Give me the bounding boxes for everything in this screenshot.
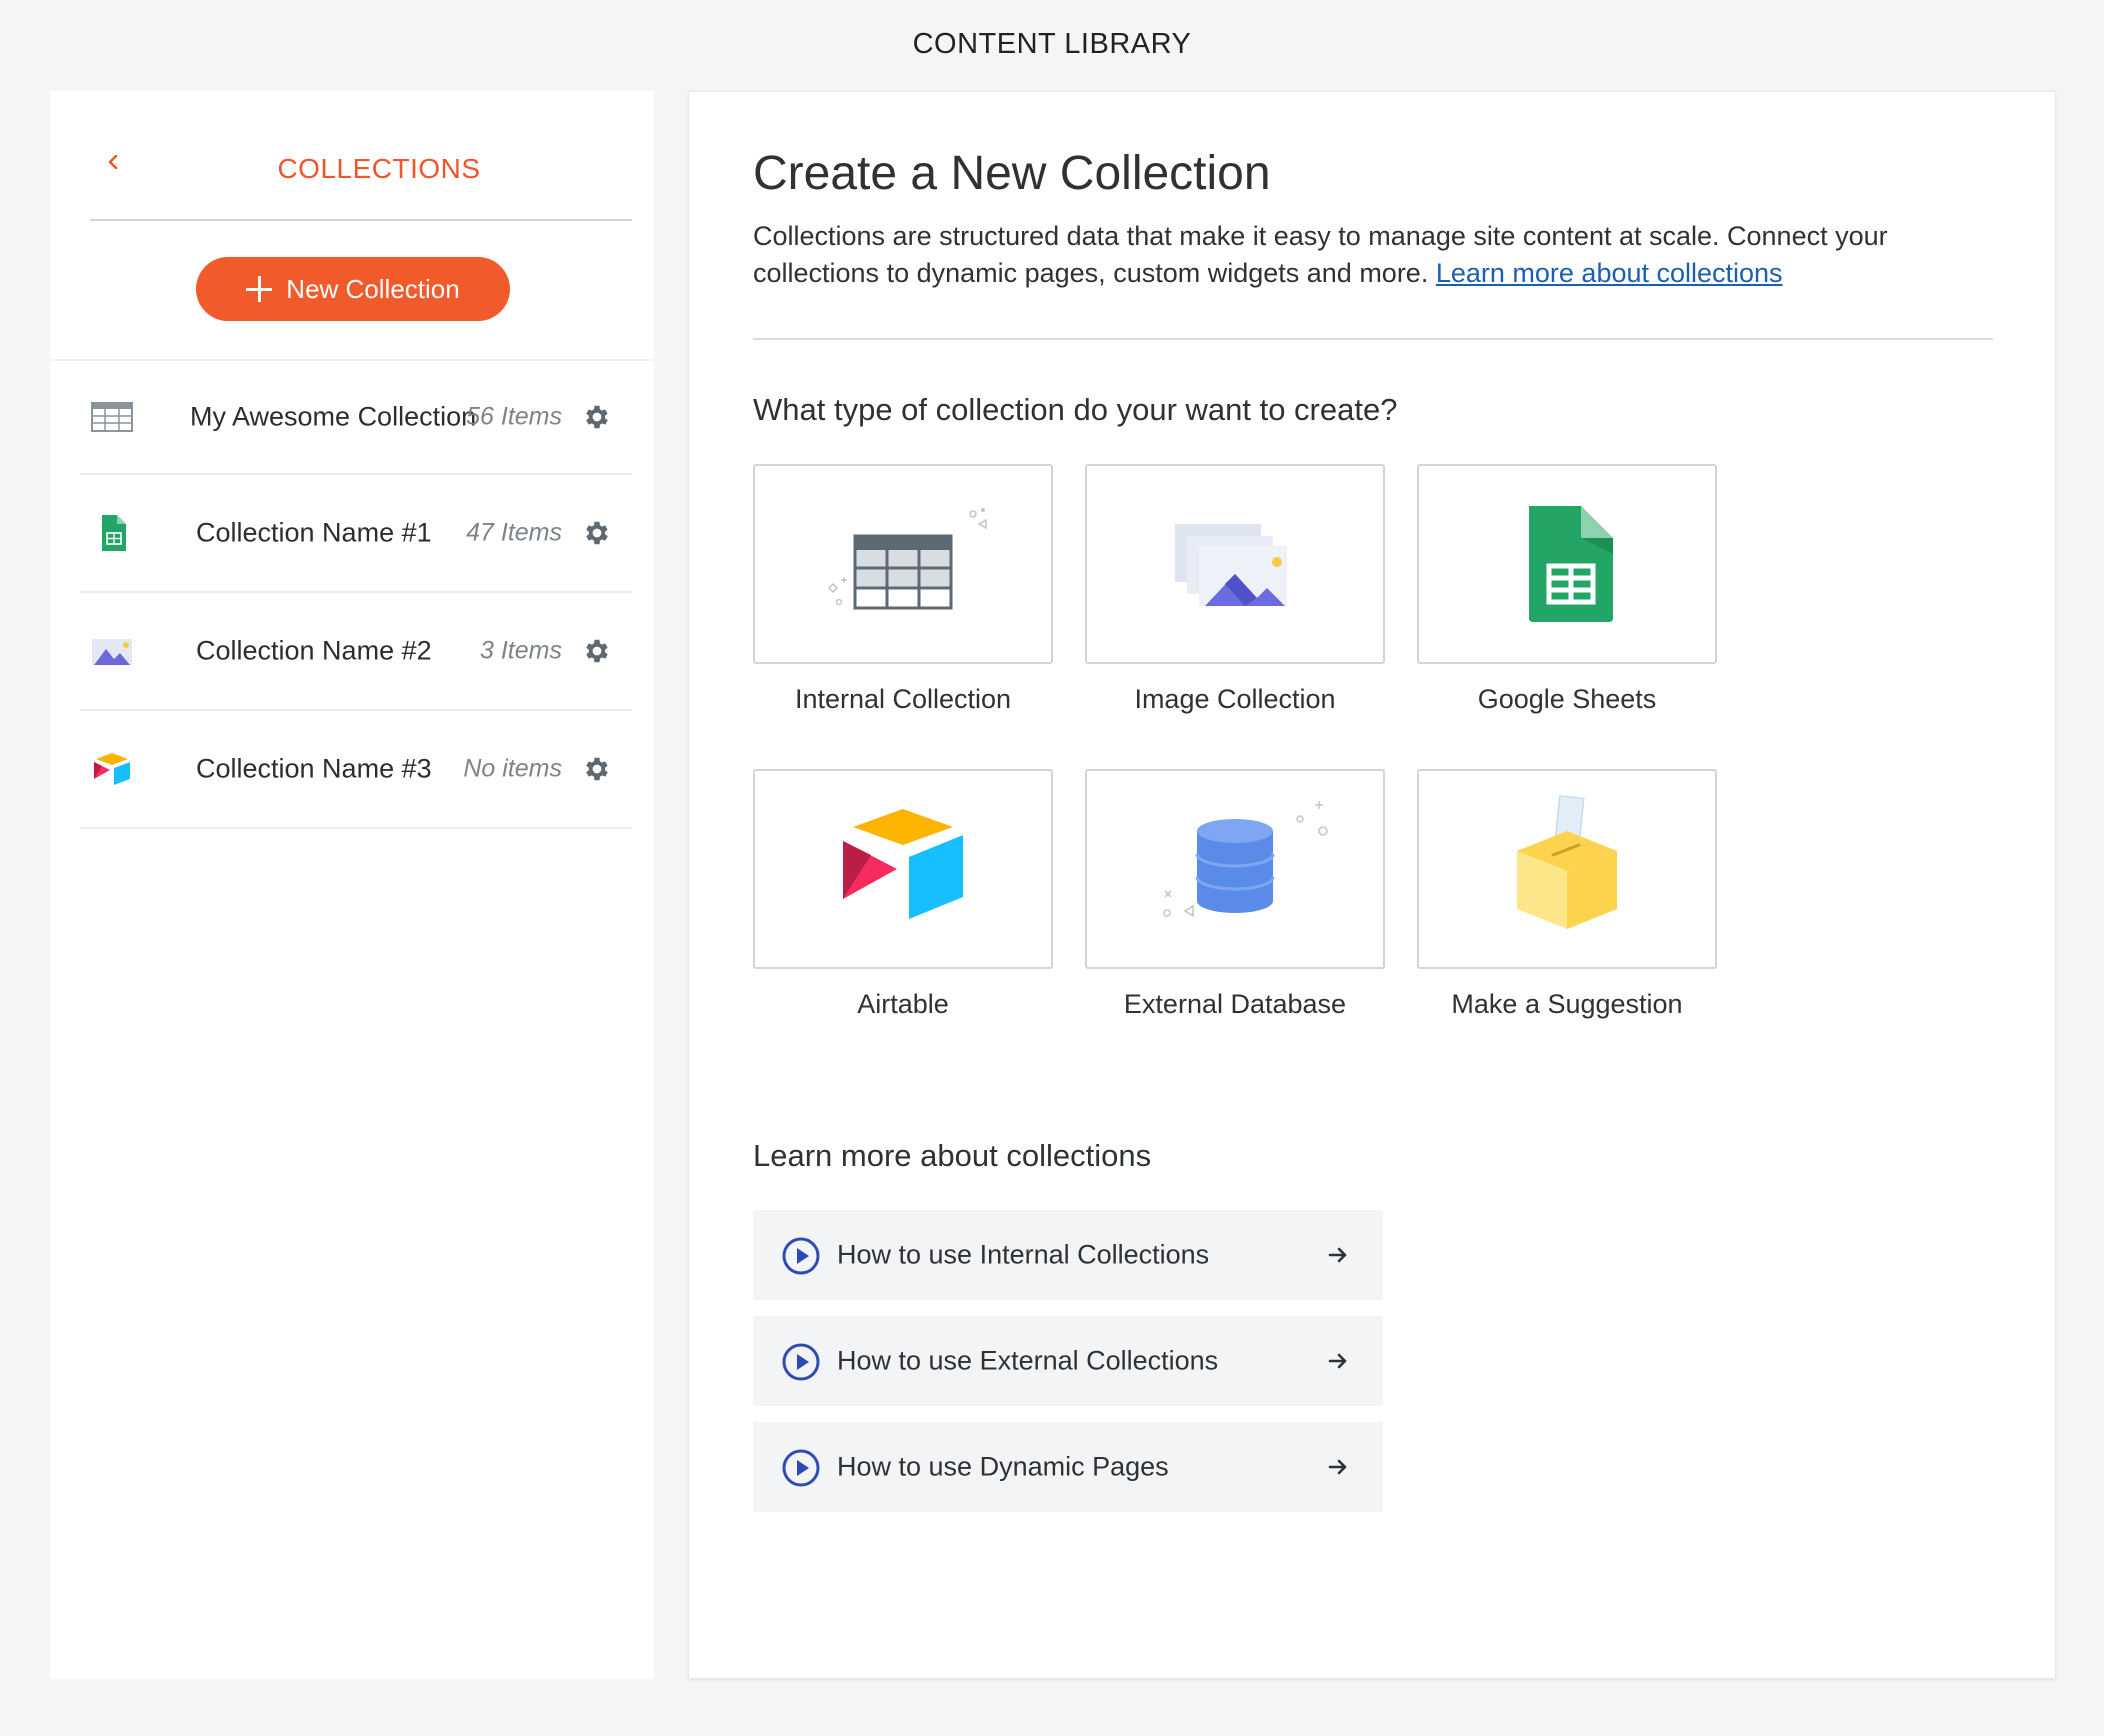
play-icon <box>782 1449 820 1487</box>
collection-name: Collection Name #3 <box>196 753 432 784</box>
image-stack-icon <box>1175 524 1287 606</box>
type-card-suggestion[interactable]: Make a Suggestion <box>1417 769 1717 1020</box>
database-icon <box>1163 801 1328 918</box>
collection-row[interactable]: Collection Name #3 No items <box>80 711 632 829</box>
collection-count: 47 Items <box>466 518 562 547</box>
learn-item[interactable]: How to use External Collections <box>753 1316 1383 1406</box>
type-label: External Database <box>1123 989 1347 1019</box>
learn-more-link[interactable]: Learn more about collections <box>1436 258 1783 288</box>
type-tile[interactable] <box>1085 464 1385 664</box>
divider <box>753 338 1993 340</box>
type-label: Airtable <box>857 989 949 1019</box>
suggestion-box-icon <box>1517 795 1617 929</box>
learn-item[interactable]: How to use Dynamic Pages <box>753 1422 1383 1512</box>
arrow-right-icon <box>1328 1247 1347 1263</box>
new-collection-label: New Collection <box>286 273 460 304</box>
learn-item-label: How to use Dynamic Pages <box>837 1451 1169 1482</box>
type-label: Image Collection <box>1134 684 1336 714</box>
gear-icon[interactable] <box>582 754 612 784</box>
collections-sidebar: COLLECTIONS New Collection My Awesome Co… <box>50 91 654 1679</box>
collection-count: 56 Items <box>466 402 562 431</box>
collection-row[interactable]: Collection Name #1 47 Items <box>80 475 632 593</box>
collection-count: 3 Items <box>480 636 562 665</box>
plus-icon <box>246 276 273 302</box>
airtable-icon <box>94 753 130 785</box>
sidebar-header: COLLECTIONS <box>90 91 632 221</box>
table-icon <box>91 402 133 432</box>
type-label: Make a Suggestion <box>1451 989 1683 1019</box>
type-card-google-sheets[interactable]: Google Sheets <box>1417 464 1717 715</box>
types-heading: What type of collection do your want to … <box>753 392 1398 427</box>
learn-item-label: How to use External Collections <box>837 1345 1219 1376</box>
sidebar-title: COLLECTIONS <box>277 153 481 184</box>
type-tile[interactable] <box>1085 769 1385 969</box>
google-sheets-icon <box>102 515 126 551</box>
collection-row[interactable]: Collection Name #2 3 Items <box>80 593 632 711</box>
learn-heading: Learn more about collections <box>753 1138 1152 1173</box>
airtable-icon <box>843 809 963 919</box>
gear-icon[interactable] <box>582 518 612 548</box>
type-card-internal[interactable]: Internal Collection <box>753 464 1053 715</box>
collection-row[interactable]: My Awesome Collection 56 Items <box>80 361 632 475</box>
collection-name: Collection Name #1 <box>196 517 432 548</box>
learn-list: How to use Internal Collections How to u… <box>753 1210 1383 1528</box>
type-card-external-database[interactable]: External Database <box>1085 769 1385 1020</box>
image-icon <box>92 639 132 665</box>
collection-name: My Awesome Collection <box>190 401 477 432</box>
collection-list: My Awesome Collection 56 Items Collectio… <box>80 361 632 829</box>
collection-count: No items <box>463 754 562 783</box>
type-label: Internal Collection <box>794 684 1012 714</box>
gear-icon[interactable] <box>582 402 612 432</box>
arrow-right-icon <box>1328 1459 1347 1475</box>
intro-text: Collections are structured data that mak… <box>753 218 1993 292</box>
type-tile[interactable] <box>1417 769 1717 969</box>
learn-item[interactable]: How to use Internal Collections <box>753 1210 1383 1300</box>
collection-name: Collection Name #2 <box>196 635 432 666</box>
type-tile[interactable] <box>1417 464 1717 664</box>
page-title: Create a New Collection <box>753 147 1271 200</box>
type-card-airtable[interactable]: Airtable <box>753 769 1053 1020</box>
learn-item-label: How to use Internal Collections <box>837 1239 1210 1270</box>
arrow-right-icon <box>1328 1353 1347 1369</box>
table-illustration-icon <box>827 508 987 610</box>
new-collection-button[interactable]: New Collection <box>196 257 510 321</box>
create-collection-panel: Create a New Collection Collections are … <box>688 91 2056 1679</box>
play-icon <box>782 1237 820 1275</box>
type-tile[interactable] <box>753 464 1053 664</box>
gear-icon[interactable] <box>582 636 612 666</box>
google-sheets-icon <box>1529 506 1613 622</box>
type-tile[interactable] <box>753 769 1053 969</box>
play-icon <box>782 1343 820 1381</box>
type-label: Google Sheets <box>1477 684 1657 714</box>
type-card-image[interactable]: Image Collection <box>1085 464 1385 715</box>
app-title: CONTENT LIBRARY <box>912 28 1192 60</box>
